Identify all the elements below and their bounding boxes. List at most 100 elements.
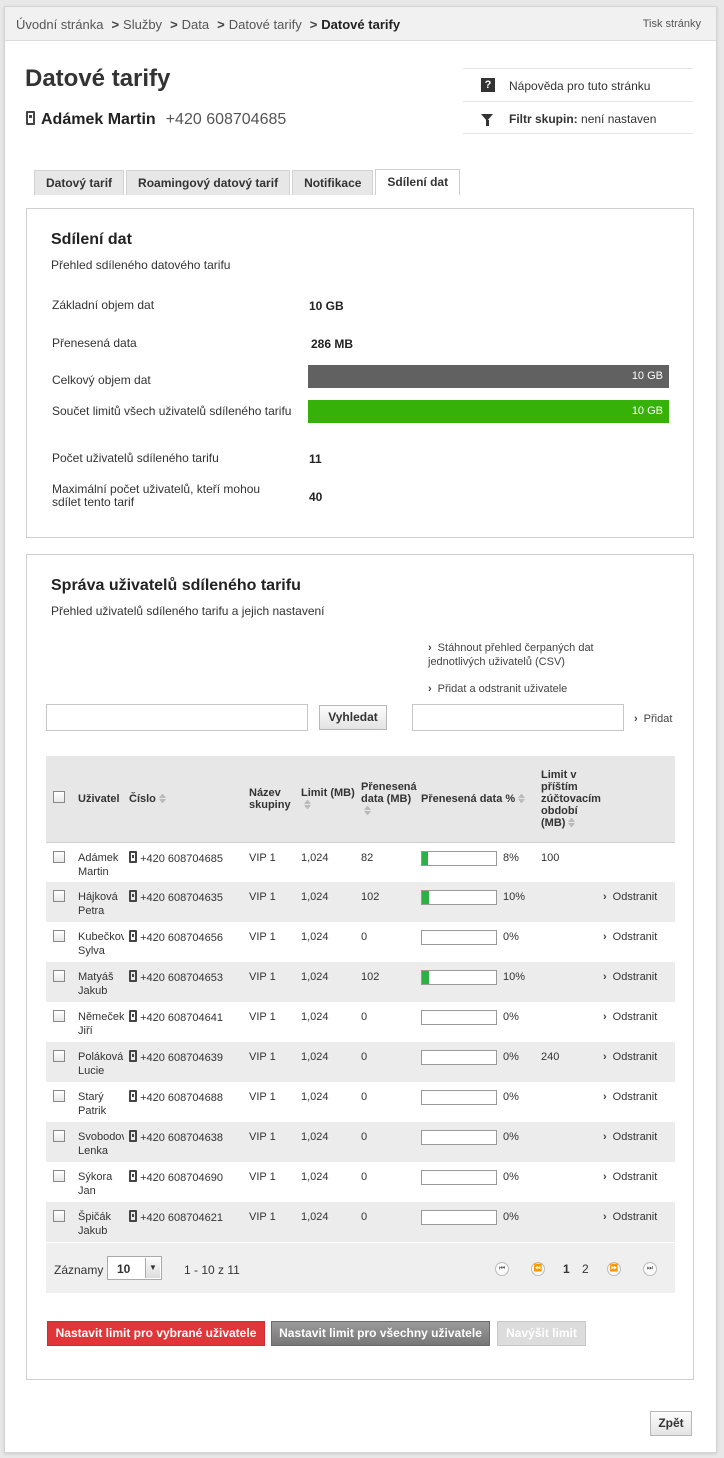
column-limit-label: Limit (MB)	[301, 786, 355, 799]
table-row: Hájková Petra +420 608704635 VIP 1 1,024 10…	[46, 882, 675, 922]
chevron-right-icon: ›	[634, 713, 638, 725]
print-page-link[interactable]: Tisk stránky	[643, 18, 701, 30]
download-csv-link[interactable]: › Stáhnout přehled čerpaných dat jednotli…	[428, 641, 628, 669]
row-checkbox[interactable]	[53, 930, 65, 942]
remove-user-link[interactable]: › Odstranit	[603, 971, 657, 983]
tab-notifications[interactable]: Notifikace	[292, 170, 374, 195]
row-select-cell	[46, 1042, 74, 1082]
remove-user-label: Odstranit	[612, 891, 658, 903]
user-name: Kubečková Sylva	[78, 931, 124, 957]
transferred-cell: 0	[361, 1011, 368, 1023]
remove-user-label: Odstranit	[612, 1131, 658, 1143]
remove-user-link[interactable]: › Odstranit	[603, 1171, 657, 1183]
group-filter-title: Filtr skupin:	[509, 112, 578, 126]
phone-number: +420 608704621	[140, 1212, 223, 1224]
column-limit[interactable]: Limit (MB)	[297, 756, 357, 843]
breadcrumb-separator: >	[111, 17, 120, 32]
breadcrumb-separator: >	[309, 17, 318, 32]
tab-roaming-tariff[interactable]: Roamingový datový tarif	[126, 170, 291, 195]
set-limit-all-button[interactable]: Nastavit limit pro všechny uživatele	[271, 1321, 490, 1346]
remove-user-label: Odstranit	[612, 1011, 658, 1023]
select-all-checkbox[interactable]	[53, 791, 65, 804]
row-checkbox[interactable]	[53, 1090, 65, 1102]
row-checkbox[interactable]	[53, 890, 65, 902]
total-volume-value: 10 GB	[631, 370, 663, 382]
usage-progress-bar	[421, 890, 497, 905]
column-number[interactable]: Číslo	[125, 756, 245, 843]
row-checkbox[interactable]	[53, 1130, 65, 1142]
phone-cell: +420 608704656	[125, 922, 245, 962]
column-next-limit[interactable]: Limit v příštím zúčtovacím období (MB)	[537, 756, 601, 843]
transferred-cell: 0	[361, 931, 368, 943]
column-transferred-pct[interactable]: Přenesená data %	[417, 756, 537, 843]
column-transferred[interactable]: Přenesená data (MB)	[357, 756, 417, 843]
breadcrumb-current: Datové tarify	[321, 17, 401, 32]
search-button[interactable]: Vyhledat	[319, 705, 387, 730]
row-checkbox[interactable]	[53, 1050, 65, 1062]
chevron-right-icon: ›	[603, 891, 607, 903]
row-checkbox[interactable]	[53, 850, 65, 863]
table-row: Starý Patrik +420 608704688 VIP 1 1,024 0 0%…	[46, 1082, 675, 1122]
user-name: Špičák Jakub	[78, 1211, 112, 1237]
remove-user-link[interactable]: › Odstranit	[603, 1091, 657, 1103]
remove-user-link[interactable]: › Odstranit	[603, 891, 657, 903]
phone-cell: +420 608704653	[125, 962, 245, 1002]
user-management-title: Správa uživatelů sdíleného tarifu	[51, 577, 301, 594]
remove-user-link[interactable]: › Odstranit	[603, 1011, 657, 1023]
row-checkbox[interactable]	[53, 1170, 65, 1182]
breadcrumb-services[interactable]: Služby	[123, 17, 162, 32]
usage-progress-bar	[421, 1010, 497, 1025]
table-header: Uživatel Číslo Název skupiny Limit (MB) …	[46, 756, 675, 843]
remove-user-link[interactable]: › Odstranit	[603, 1211, 657, 1223]
user-name-cell: Adámek Martin	[74, 842, 125, 882]
remove-user-link[interactable]: › Odstranit	[603, 1131, 657, 1143]
search-input[interactable]	[46, 704, 308, 731]
raise-limit-button[interactable]: Navýšit limit	[497, 1321, 586, 1346]
column-user[interactable]: Uživatel	[74, 756, 125, 843]
user-name: Poláková Lucie	[78, 1051, 124, 1077]
add-user-link[interactable]: › Přidat	[634, 712, 672, 726]
help-box: ? Nápověda pro tuto stránku Filtr skupin…	[463, 68, 693, 134]
page-2[interactable]: 2	[582, 1262, 589, 1276]
usage-percent: 10%	[503, 971, 526, 984]
breadcrumb-home[interactable]: Úvodní stránka	[16, 17, 103, 32]
page-1[interactable]: 1	[563, 1262, 570, 1276]
user-phone: +420 608704685	[165, 111, 287, 128]
last-page-icon[interactable]: ⏭	[643, 1262, 657, 1276]
user-name: Němeček Jiří	[78, 1011, 124, 1037]
transferred-pct-cell: 0%	[417, 1122, 537, 1162]
remove-user-link[interactable]: › Odstranit	[603, 1051, 657, 1063]
next-page-icon[interactable]: ⏩	[607, 1262, 621, 1276]
action-cell: › Odstranit	[599, 962, 675, 1002]
tab-data-sharing[interactable]: Sdílení dat	[375, 169, 461, 195]
usage-percent: 0%	[503, 1051, 519, 1064]
row-select-cell	[46, 1202, 74, 1242]
column-group[interactable]: Název skupiny	[245, 756, 297, 843]
breadcrumb-data[interactable]: Data	[182, 17, 209, 32]
user-name: Svobodová Lenka	[78, 1131, 124, 1157]
page-size-select[interactable]: 10 ▼	[107, 1256, 162, 1280]
row-checkbox[interactable]	[53, 1210, 65, 1222]
usage-progress-bar	[421, 1170, 497, 1185]
next-limit-cell: 100	[541, 851, 560, 864]
chevron-right-icon: ›	[428, 642, 432, 654]
group-cell: VIP 1	[249, 851, 276, 864]
row-checkbox[interactable]	[53, 970, 65, 982]
chevron-right-icon: ›	[603, 1131, 607, 1143]
limit-cell: 1,024	[297, 882, 357, 922]
usage-progress-bar	[421, 970, 497, 985]
back-button[interactable]: Zpět	[650, 1411, 692, 1436]
remove-user-link[interactable]: › Odstranit	[603, 931, 657, 943]
previous-page-icon[interactable]: ⏪	[531, 1262, 545, 1276]
breadcrumb-data-tariffs[interactable]: Datové tarify	[229, 17, 302, 32]
next-limit-cell	[537, 1002, 599, 1042]
group-filter-link[interactable]: Filtr skupin: není nastaven	[463, 101, 693, 134]
chevron-right-icon: ›	[603, 1051, 607, 1063]
add-remove-users-link[interactable]: › Přidat a odstranit uživatele	[428, 682, 567, 696]
help-link[interactable]: ? Nápověda pro tuto stránku	[463, 68, 693, 101]
tab-data-tariff[interactable]: Datový tarif	[34, 170, 125, 195]
set-limit-selected-button[interactable]: Nastavit limit pro vybrané uživatele	[47, 1321, 265, 1346]
add-user-input[interactable]	[412, 704, 624, 731]
row-checkbox[interactable]	[53, 1010, 65, 1022]
first-page-icon[interactable]: ⏮	[495, 1262, 509, 1276]
